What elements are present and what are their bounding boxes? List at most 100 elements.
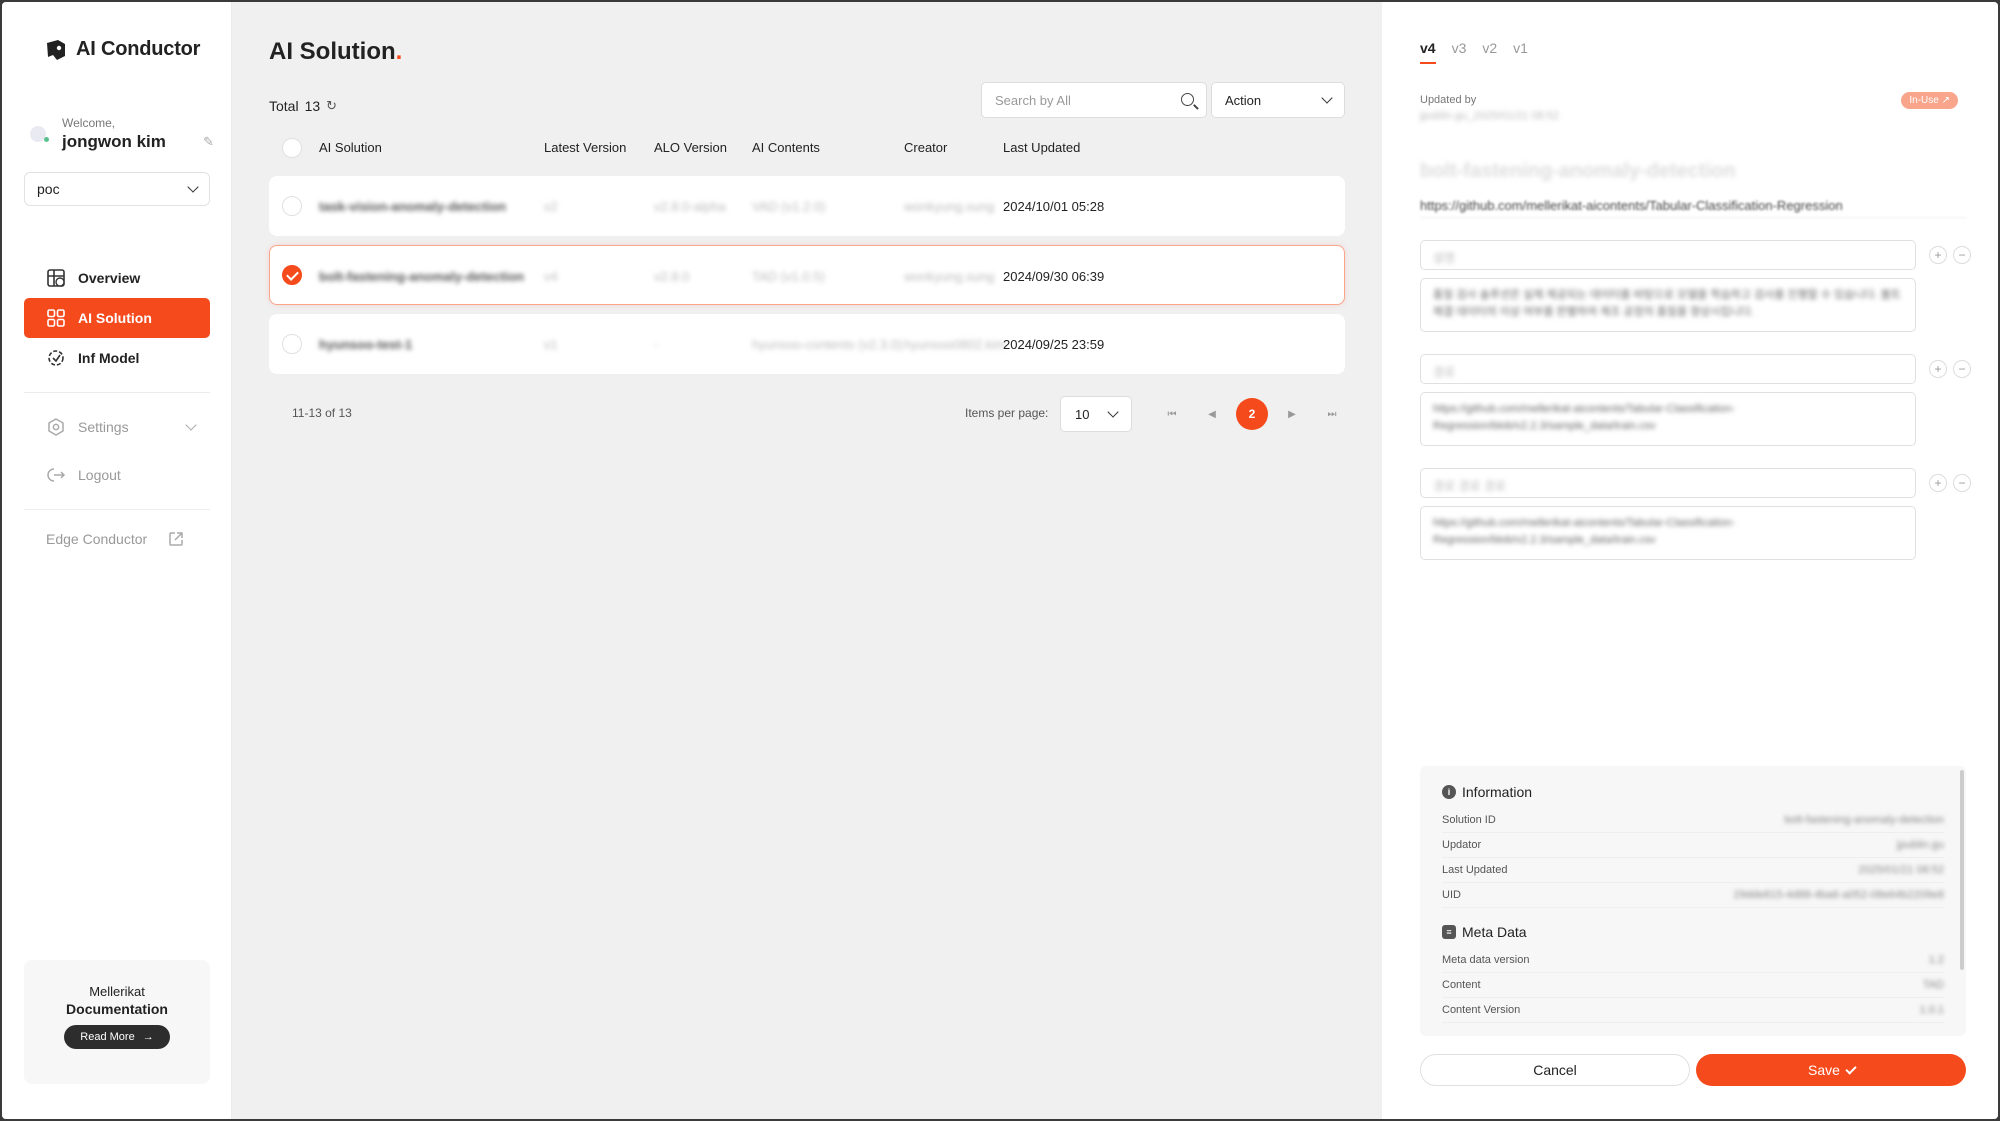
nav-item-label: AI Solution xyxy=(78,310,152,326)
meta-value: TAD xyxy=(1922,979,1944,991)
app-logo[interactable]: AI Conductor xyxy=(44,38,200,61)
column-header[interactable]: AI Solution xyxy=(319,140,382,155)
read-more-button[interactable]: Read More → xyxy=(64,1025,170,1049)
cell-updated: 2024/09/30 06:39 xyxy=(1003,269,1105,284)
solution-name: bolt-fastening-anomaly-detection xyxy=(1420,160,1736,182)
save-button[interactable]: Save xyxy=(1696,1054,1966,1086)
tab-v3[interactable]: v3 xyxy=(1452,40,1467,64)
cell-creator: hyunsoo0802.kim xyxy=(904,337,1006,352)
tab-v4[interactable]: v4 xyxy=(1420,40,1436,64)
table-row[interactable]: task-vision-anomaly-detection v2 v2.8.0-… xyxy=(269,176,1345,236)
info-label: UID xyxy=(1442,889,1461,901)
column-header[interactable]: AI Contents xyxy=(752,140,820,155)
action-label: Action xyxy=(1225,92,1262,108)
cell-latest: v2 xyxy=(544,199,558,214)
check-icon xyxy=(1845,1062,1857,1075)
cell-updated: 2024/10/01 05:28 xyxy=(1003,199,1105,214)
nav-divider xyxy=(24,392,210,393)
info-value: 29dde815-4d88-4ba6-a052-08e64b2209e8 xyxy=(1733,889,1944,901)
field-key-input[interactable]: 경로 xyxy=(1420,354,1916,384)
app-name: AI Conductor xyxy=(76,38,201,60)
save-label: Save xyxy=(1808,1062,1840,1078)
field-value-textarea[interactable]: https://github.com/mellerikat-aicontents… xyxy=(1420,506,1916,560)
in-use-badge[interactable]: In-Use ↗ xyxy=(1901,92,1958,109)
select-all-checkbox[interactable] xyxy=(282,138,302,158)
nav-item-inf-model[interactable]: Inf Model xyxy=(24,338,210,378)
nav-item-label: Inf Model xyxy=(78,350,140,366)
plus-icon[interactable]: + xyxy=(1929,360,1947,378)
page-number-current[interactable]: 2 xyxy=(1236,398,1268,430)
info-label: Solution ID xyxy=(1442,814,1496,826)
refresh-icon[interactable]: ↻ xyxy=(326,98,337,114)
cell-latest: v1 xyxy=(544,337,558,352)
items-per-page-select[interactable]: 10 xyxy=(1060,396,1132,432)
search-input[interactable]: Search by All xyxy=(981,82,1207,118)
tab-v1[interactable]: v1 xyxy=(1513,40,1528,64)
minus-icon[interactable]: − xyxy=(1953,246,1971,264)
minus-icon[interactable]: − xyxy=(1953,360,1971,378)
edge-conductor-link[interactable]: Edge Conductor xyxy=(46,530,185,548)
nav-item-overview[interactable]: Overview xyxy=(24,258,210,298)
prev-page-icon[interactable]: ◀ xyxy=(1192,398,1232,430)
information-box[interactable]: i Information Solution ID bolt-fastening-… xyxy=(1420,766,1966,1036)
column-header[interactable]: Last Updated xyxy=(1003,140,1080,155)
field-value-text: 품질 검사 솔루션은 실제 제공되는 데이터를 바탕으로 모델을 학습하고 검사… xyxy=(1433,289,1901,318)
org-select[interactable]: poc xyxy=(24,172,210,206)
cancel-label: Cancel xyxy=(1533,1062,1577,1078)
nav-item-settings[interactable]: Settings xyxy=(24,407,210,447)
row-checkbox[interactable] xyxy=(282,196,302,216)
pencil-icon[interactable]: ✎ xyxy=(203,134,214,150)
minus-icon[interactable]: − xyxy=(1953,474,1971,492)
tab-v2[interactable]: v2 xyxy=(1482,40,1497,64)
row-checkbox[interactable] xyxy=(282,265,302,285)
nav-item-label: Settings xyxy=(78,419,129,435)
plus-icon[interactable]: + xyxy=(1929,474,1947,492)
cancel-button[interactable]: Cancel xyxy=(1420,1054,1690,1086)
nav-item-logout[interactable]: Logout xyxy=(24,455,210,495)
nav-item-ai-solution[interactable]: AI Solution xyxy=(24,298,210,338)
logout-icon xyxy=(47,468,66,482)
field-value-textarea[interactable]: https://github.com/mellerikat-aicontents… xyxy=(1420,392,1916,446)
field-key-input[interactable]: 설명 xyxy=(1420,240,1916,270)
items-per-page-value: 10 xyxy=(1075,406,1090,422)
welcome-label: Welcome, xyxy=(62,116,116,130)
page-title-text: AI Solution xyxy=(269,38,396,65)
read-more-label: Read More xyxy=(80,1031,135,1043)
action-dropdown[interactable]: Action xyxy=(1211,82,1345,118)
info-label: Last Updated xyxy=(1442,864,1508,876)
repo-url[interactable]: https://github.com/mellerikat-aicontents… xyxy=(1420,198,1966,218)
info-value: 2025/01/21 08:52 xyxy=(1858,864,1944,876)
org-select-value: poc xyxy=(37,181,60,197)
arrow-right-icon: → xyxy=(142,1031,154,1043)
in-use-label: In-Use xyxy=(1909,95,1939,106)
plus-icon[interactable]: + xyxy=(1929,246,1947,264)
information-title: Information xyxy=(1462,784,1533,800)
table-header: AI Solution Latest Version ALO Version A… xyxy=(269,138,1345,160)
user-name: jongwon kim xyxy=(62,132,166,151)
field-key-value: 설명 xyxy=(1433,251,1456,265)
search-icon[interactable] xyxy=(1181,93,1194,106)
meta-title: Meta Data xyxy=(1462,924,1527,940)
detail-panel: v4 v3 v2 v1 Updated by jpublin.gu_2025/0… xyxy=(1382,2,1998,1119)
column-header[interactable]: ALO Version xyxy=(654,140,727,155)
nav-divider xyxy=(24,509,210,510)
cell-updated: 2024/09/25 23:59 xyxy=(1003,337,1105,352)
table-row[interactable]: hyunsoo-test-1 v1 - hyunsoo-contents (v2… xyxy=(269,314,1345,374)
row-checkbox[interactable] xyxy=(282,334,302,354)
meta-row: Content TAD xyxy=(1442,973,1944,998)
last-page-icon[interactable]: ⏭ xyxy=(1312,398,1352,430)
column-header[interactable]: Latest Version xyxy=(544,140,626,155)
info-row: Updator jpublin.gu xyxy=(1442,833,1944,858)
first-page-icon[interactable]: ⏮ xyxy=(1152,398,1192,430)
updated-by-value: jpublin.gu_2025/01/21 08:52 xyxy=(1420,110,1559,122)
field-key-input[interactable]: 경로 경로 경로 xyxy=(1420,468,1916,498)
cell-latest: v4 xyxy=(544,269,558,284)
cell-alo: v2.8.0 xyxy=(654,269,690,284)
main-nav: Overview AI Solution Inf Model Settings … xyxy=(24,258,210,524)
edge-conductor-label: Edge Conductor xyxy=(46,531,148,547)
field-value-textarea[interactable]: 품질 검사 솔루션은 실제 제공되는 데이터를 바탕으로 모델을 학습하고 검사… xyxy=(1420,278,1916,332)
next-page-icon[interactable]: ▶ xyxy=(1272,398,1312,430)
column-header[interactable]: Creator xyxy=(904,140,947,155)
table-row[interactable]: bolt-fastening-anomaly-detection v4 v2.8… xyxy=(269,245,1345,305)
info-icon: i xyxy=(1442,785,1456,799)
